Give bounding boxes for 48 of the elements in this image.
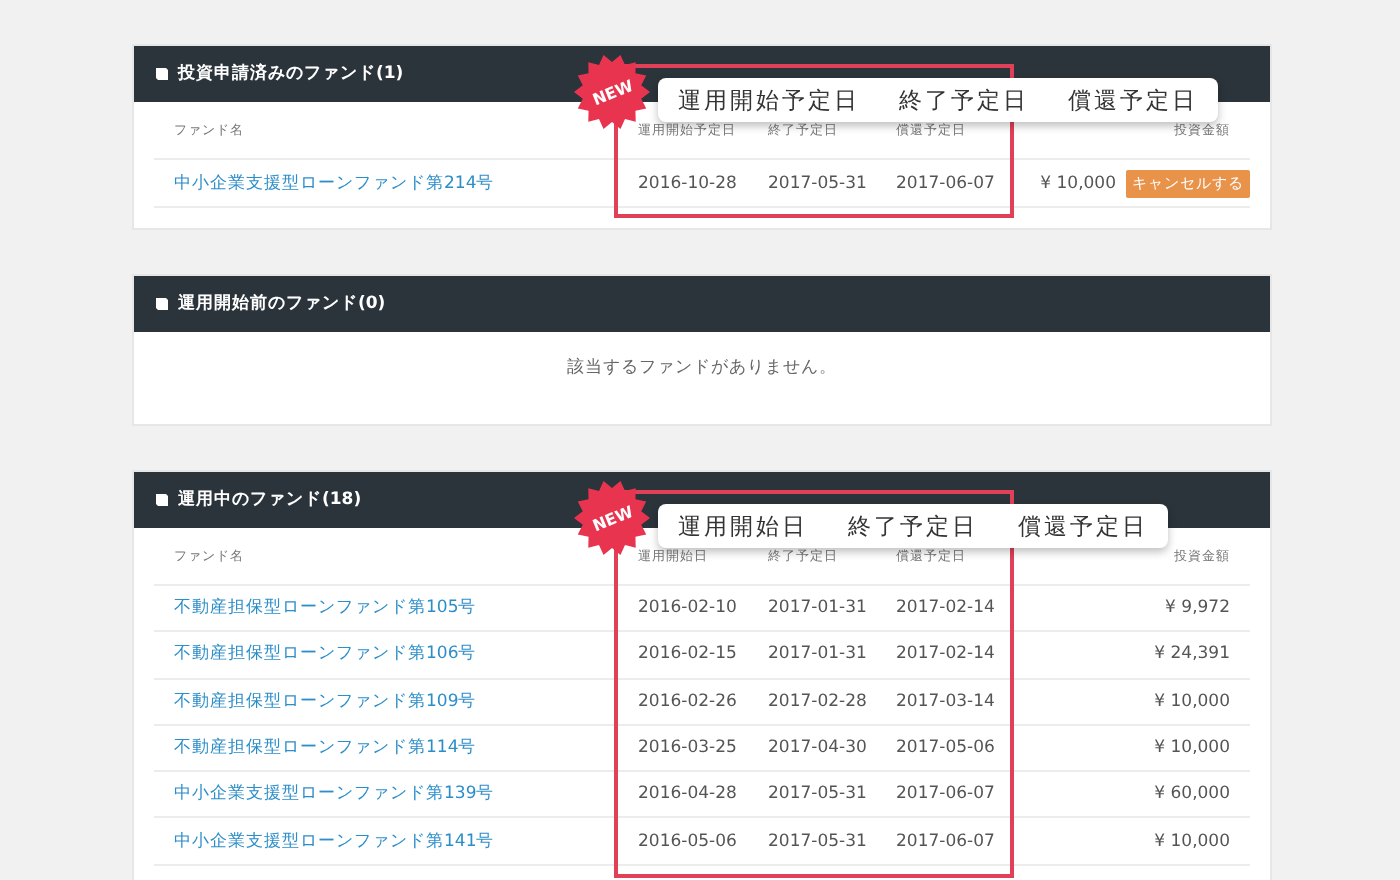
- callout-label: 運用開始日: [678, 511, 808, 541]
- amount-cell-text: ¥ 9,972: [1165, 598, 1232, 619]
- date-cell-text: 2016-04-28: [638, 784, 739, 805]
- panel-title: 運用開始前のファンド(0): [178, 292, 386, 316]
- date-cell-text: 2016-05-06: [638, 831, 739, 852]
- callout-label: 償還予定日: [1068, 85, 1199, 115]
- date-cell-text: 2016-10-28: [638, 173, 739, 193]
- panel-title: 運用中のファンド(18): [178, 488, 362, 512]
- fund-link[interactable]: 不動産担保型ローンファンド第105号: [174, 596, 638, 621]
- date-cell-text: 2017-05-06: [896, 738, 997, 759]
- date-cell-text: 2016-02-26: [638, 691, 739, 712]
- callout-label: 終了予定日: [848, 511, 978, 541]
- date-cell-text: 2017-05-31: [768, 784, 869, 805]
- book-icon: [154, 492, 170, 508]
- date-cell-text: 2017-03-14: [896, 691, 997, 712]
- book-icon: [154, 296, 170, 312]
- amount-cell-text: ¥ 24,391: [1154, 644, 1232, 665]
- date-cell-text: 2017-04-30: [768, 738, 869, 759]
- amount-cell: ¥ 10,000: [1040, 173, 1116, 193]
- date-cell-text: 2017-01-31: [768, 598, 869, 619]
- fund-link[interactable]: 中小企業支援型ローンファンド第141号: [174, 829, 638, 854]
- date-cell-text: 2017-01-31: [768, 644, 869, 665]
- date-cell-text: 2017-02-14: [896, 644, 997, 665]
- fund-link[interactable]: 中小企業支援型ローンファンド第139号: [174, 782, 638, 807]
- empty-message: 該当するファンドがありません。: [567, 356, 837, 380]
- fund-link[interactable]: 不動産担保型ローンファンド第106号: [174, 642, 638, 667]
- date-cell-text: 2017-05-31: [768, 831, 869, 852]
- date-cell-text: 2017-02-14: [896, 598, 997, 619]
- date-cell-text: 2017-05-31: [768, 173, 869, 193]
- date-cell-text: 2016-03-25: [638, 738, 739, 759]
- amount-cell-text: ¥ 60,000: [1154, 784, 1232, 805]
- callout-label: 終了予定日: [898, 85, 1029, 115]
- fund-link[interactable]: 不動産担保型ローンファンド第114号: [174, 736, 638, 761]
- date-cell-text: 2017-02-28: [768, 691, 869, 712]
- amount-cell-text: ¥ 10,000: [1154, 831, 1232, 852]
- amount-cell-text: ¥ 10,000: [1154, 738, 1232, 759]
- date-cell-text: 2016-02-15: [638, 644, 739, 665]
- callout-label: 運用開始予定日: [677, 85, 860, 115]
- date-cell-text: 2016-02-10: [638, 598, 739, 619]
- book-icon: [154, 66, 170, 82]
- callout-label: 償還予定日: [1018, 511, 1148, 541]
- fund-link[interactable]: 中小企業支援型ローンファンド第214号: [174, 171, 638, 195]
- panel-title: 投資申請済みのファンド(1): [178, 62, 404, 86]
- date-cell-text: 2017-06-07: [896, 173, 997, 193]
- date-cell-text: 2017-06-07: [896, 784, 997, 805]
- amount-cell-text: ¥ 10,000: [1154, 691, 1232, 712]
- date-cell-text: 2017-06-07: [896, 831, 997, 852]
- fund-link[interactable]: 不動産担保型ローンファンド第109号: [174, 689, 638, 714]
